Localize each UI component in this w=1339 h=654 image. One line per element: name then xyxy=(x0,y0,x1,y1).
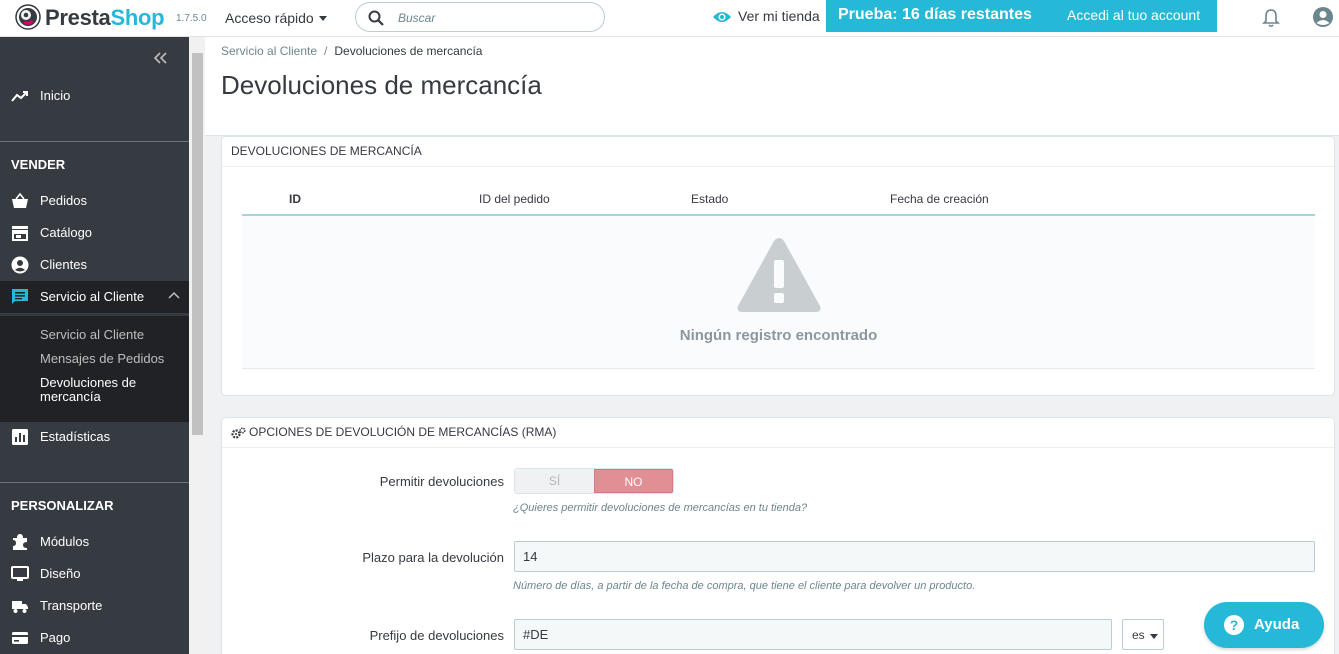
return-prefix-input[interactable]: #DE xyxy=(514,619,1112,650)
collapse-sidebar-icon[interactable] xyxy=(152,49,170,67)
desktop-icon xyxy=(11,566,29,581)
panel-heading: OPCIONES DE DEVOLUCIÓN DE MERCANCÍAS (RM… xyxy=(222,418,1334,448)
column-header-date-created[interactable]: Fecha de creación xyxy=(890,192,989,206)
switch-no-option[interactable]: NO xyxy=(594,469,673,493)
panel-title: OPCIONES DE DEVOLUCIÓN DE MERCANCÍAS (RM… xyxy=(249,425,557,439)
column-header-status[interactable]: Estado xyxy=(691,192,728,206)
sidebar-item-label: Servicio al Cliente xyxy=(40,289,145,304)
breadcrumb-current: Devoluciones de mercancía xyxy=(334,44,483,58)
empty-table-state: Ningún registro encontrado xyxy=(242,216,1315,369)
breadcrumb-parent-link[interactable]: Servicio al Cliente xyxy=(221,44,317,58)
view-shop-link[interactable]: Ver mi tienda xyxy=(712,8,820,24)
submenu-order-messages[interactable]: Mensajes de Pedidos xyxy=(40,352,164,366)
return-deadline-label: Plazo para la devolución xyxy=(362,550,504,565)
chevron-up-icon xyxy=(168,291,180,299)
trial-banner: Prueba: 16 días restantes Accedi al tuo … xyxy=(826,0,1217,32)
submenu-merchandise-returns[interactable]: Devoluciones de mercancía xyxy=(40,376,136,404)
allow-returns-help: ¿Quieres permitir devoluciones de mercan… xyxy=(513,502,808,514)
empty-message: Ningún registro encontrado xyxy=(679,327,878,344)
sidebar-item-label: Catálogo xyxy=(40,225,93,240)
sidebar-item-customers[interactable]: Clientes xyxy=(0,249,189,281)
help-button[interactable]: ? Ayuda xyxy=(1204,602,1324,648)
breadcrumb: Servicio al Cliente / Devoluciones de merc… xyxy=(221,44,482,58)
sidebar-item-catalog[interactable]: Catálogo xyxy=(0,217,189,249)
trial-text: Prueba: 16 días restantes xyxy=(838,6,1032,23)
account-circle-icon xyxy=(11,256,29,274)
sidebar-item-label: Módulos xyxy=(40,534,90,549)
bar-chart-icon xyxy=(12,429,28,445)
sidebar-item-orders[interactable]: Pedidos xyxy=(0,185,189,217)
sidebar-item-customer-service[interactable]: Servicio al Cliente xyxy=(0,281,189,313)
help-button-label: Ayuda xyxy=(1254,616,1300,633)
version-label: 1.7.5.0 xyxy=(176,13,207,24)
eye-icon xyxy=(713,12,731,22)
sidebar-item-modules[interactable]: Módulos xyxy=(0,526,189,558)
language-code: es xyxy=(1132,628,1145,642)
language-dropdown[interactable]: es xyxy=(1122,619,1164,650)
section-customize: PERSONALIZAR xyxy=(11,498,114,513)
sidebar-item-home[interactable]: Inicio xyxy=(0,80,189,112)
allow-returns-switch[interactable]: SÍ NO xyxy=(514,468,674,494)
switch-yes-option[interactable]: SÍ xyxy=(515,469,594,493)
credit-card-icon xyxy=(12,632,28,644)
returns-list-panel: DEVOLUCIONES DE MERCANCÍA ID ID del pedi… xyxy=(221,136,1335,396)
sidebar-item-label: Pedidos xyxy=(40,193,87,208)
basket-icon xyxy=(12,192,28,208)
search-input[interactable] xyxy=(398,9,588,27)
sidebar-item-payment[interactable]: Pago xyxy=(0,622,189,654)
return-deadline-help: Número de días, a partir de la fecha de … xyxy=(513,580,976,592)
prestashop-logo-icon[interactable] xyxy=(15,4,41,30)
account-link[interactable]: Accedi al tuo account xyxy=(1067,7,1200,23)
sidebar-item-shipping[interactable]: Transporte xyxy=(0,590,189,622)
caret-down-icon xyxy=(1150,634,1158,639)
panel-heading: DEVOLUCIONES DE MERCANCÍA xyxy=(222,137,1334,167)
trending-up-icon xyxy=(11,91,28,102)
sidebar-item-label: Estadísticas xyxy=(40,429,111,444)
sidebar-divider xyxy=(0,482,189,483)
search-box[interactable] xyxy=(355,2,605,32)
brand-name[interactable]: PrestaShop xyxy=(45,5,165,31)
customer-service-submenu: Servicio al Cliente Mensajes de Pedidos … xyxy=(0,316,189,422)
caret-down-icon xyxy=(318,16,327,21)
page-header-toolbar: Servicio al Cliente / Devoluciones de merc… xyxy=(205,37,1339,136)
warning-icon xyxy=(737,238,821,312)
breadcrumb-separator: / xyxy=(324,44,328,58)
user-account-icon[interactable] xyxy=(1312,6,1334,28)
store-icon xyxy=(12,226,28,241)
chat-icon xyxy=(12,289,28,304)
quick-access-label: Acceso rápido xyxy=(225,10,314,26)
column-header-order-id[interactable]: ID del pedido xyxy=(479,192,550,206)
sidebar-item-label: Diseño xyxy=(40,566,81,581)
quick-access-dropdown[interactable]: Acceso rápido xyxy=(225,10,327,26)
puzzle-icon xyxy=(13,534,27,550)
sidebar-scrollbar[interactable] xyxy=(189,37,205,654)
submenu-customer-service[interactable]: Servicio al Cliente xyxy=(40,328,144,342)
sidebar: Inicio VENDER Pedidos Catálogo Clientes … xyxy=(0,37,189,654)
view-shop-label: Ver mi tienda xyxy=(738,8,820,24)
sidebar-item-label: Clientes xyxy=(40,257,87,272)
column-header-id[interactable]: ID xyxy=(289,192,301,206)
sidebar-item-label: Transporte xyxy=(40,598,103,613)
sidebar-item-label: Pago xyxy=(40,630,71,645)
sidebar-divider xyxy=(0,141,189,142)
top-header: PrestaShop 1.7.5.0 Acceso rápido Ver mi … xyxy=(0,0,1339,37)
question-mark-icon: ? xyxy=(1224,615,1244,635)
sidebar-item-label: Inicio xyxy=(40,88,71,103)
sidebar-item-design[interactable]: Diseño xyxy=(0,558,189,590)
rma-options-panel: OPCIONES DE DEVOLUCIÓN DE MERCANCÍAS (RM… xyxy=(221,417,1335,654)
page-title: Devoluciones de mercancía xyxy=(221,70,542,100)
submenu-label-line1: Devoluciones de xyxy=(40,375,137,390)
sidebar-item-stats[interactable]: Estadísticas xyxy=(0,421,189,453)
scrollbar-thumb[interactable] xyxy=(192,53,203,435)
cogs-icon xyxy=(231,427,246,439)
return-deadline-input[interactable]: 14 xyxy=(514,541,1315,572)
return-prefix-label: Prefijo de devoluciones xyxy=(369,628,504,643)
submenu-label-line2: mercancía xyxy=(40,389,101,404)
search-icon xyxy=(368,10,384,26)
panel-title: DEVOLUCIONES DE MERCANCÍA xyxy=(231,144,422,158)
notifications-bell-icon[interactable] xyxy=(1262,8,1280,28)
allow-returns-label: Permitir devoluciones xyxy=(379,474,504,489)
truck-icon xyxy=(12,601,28,613)
section-sell: VENDER xyxy=(11,157,66,172)
